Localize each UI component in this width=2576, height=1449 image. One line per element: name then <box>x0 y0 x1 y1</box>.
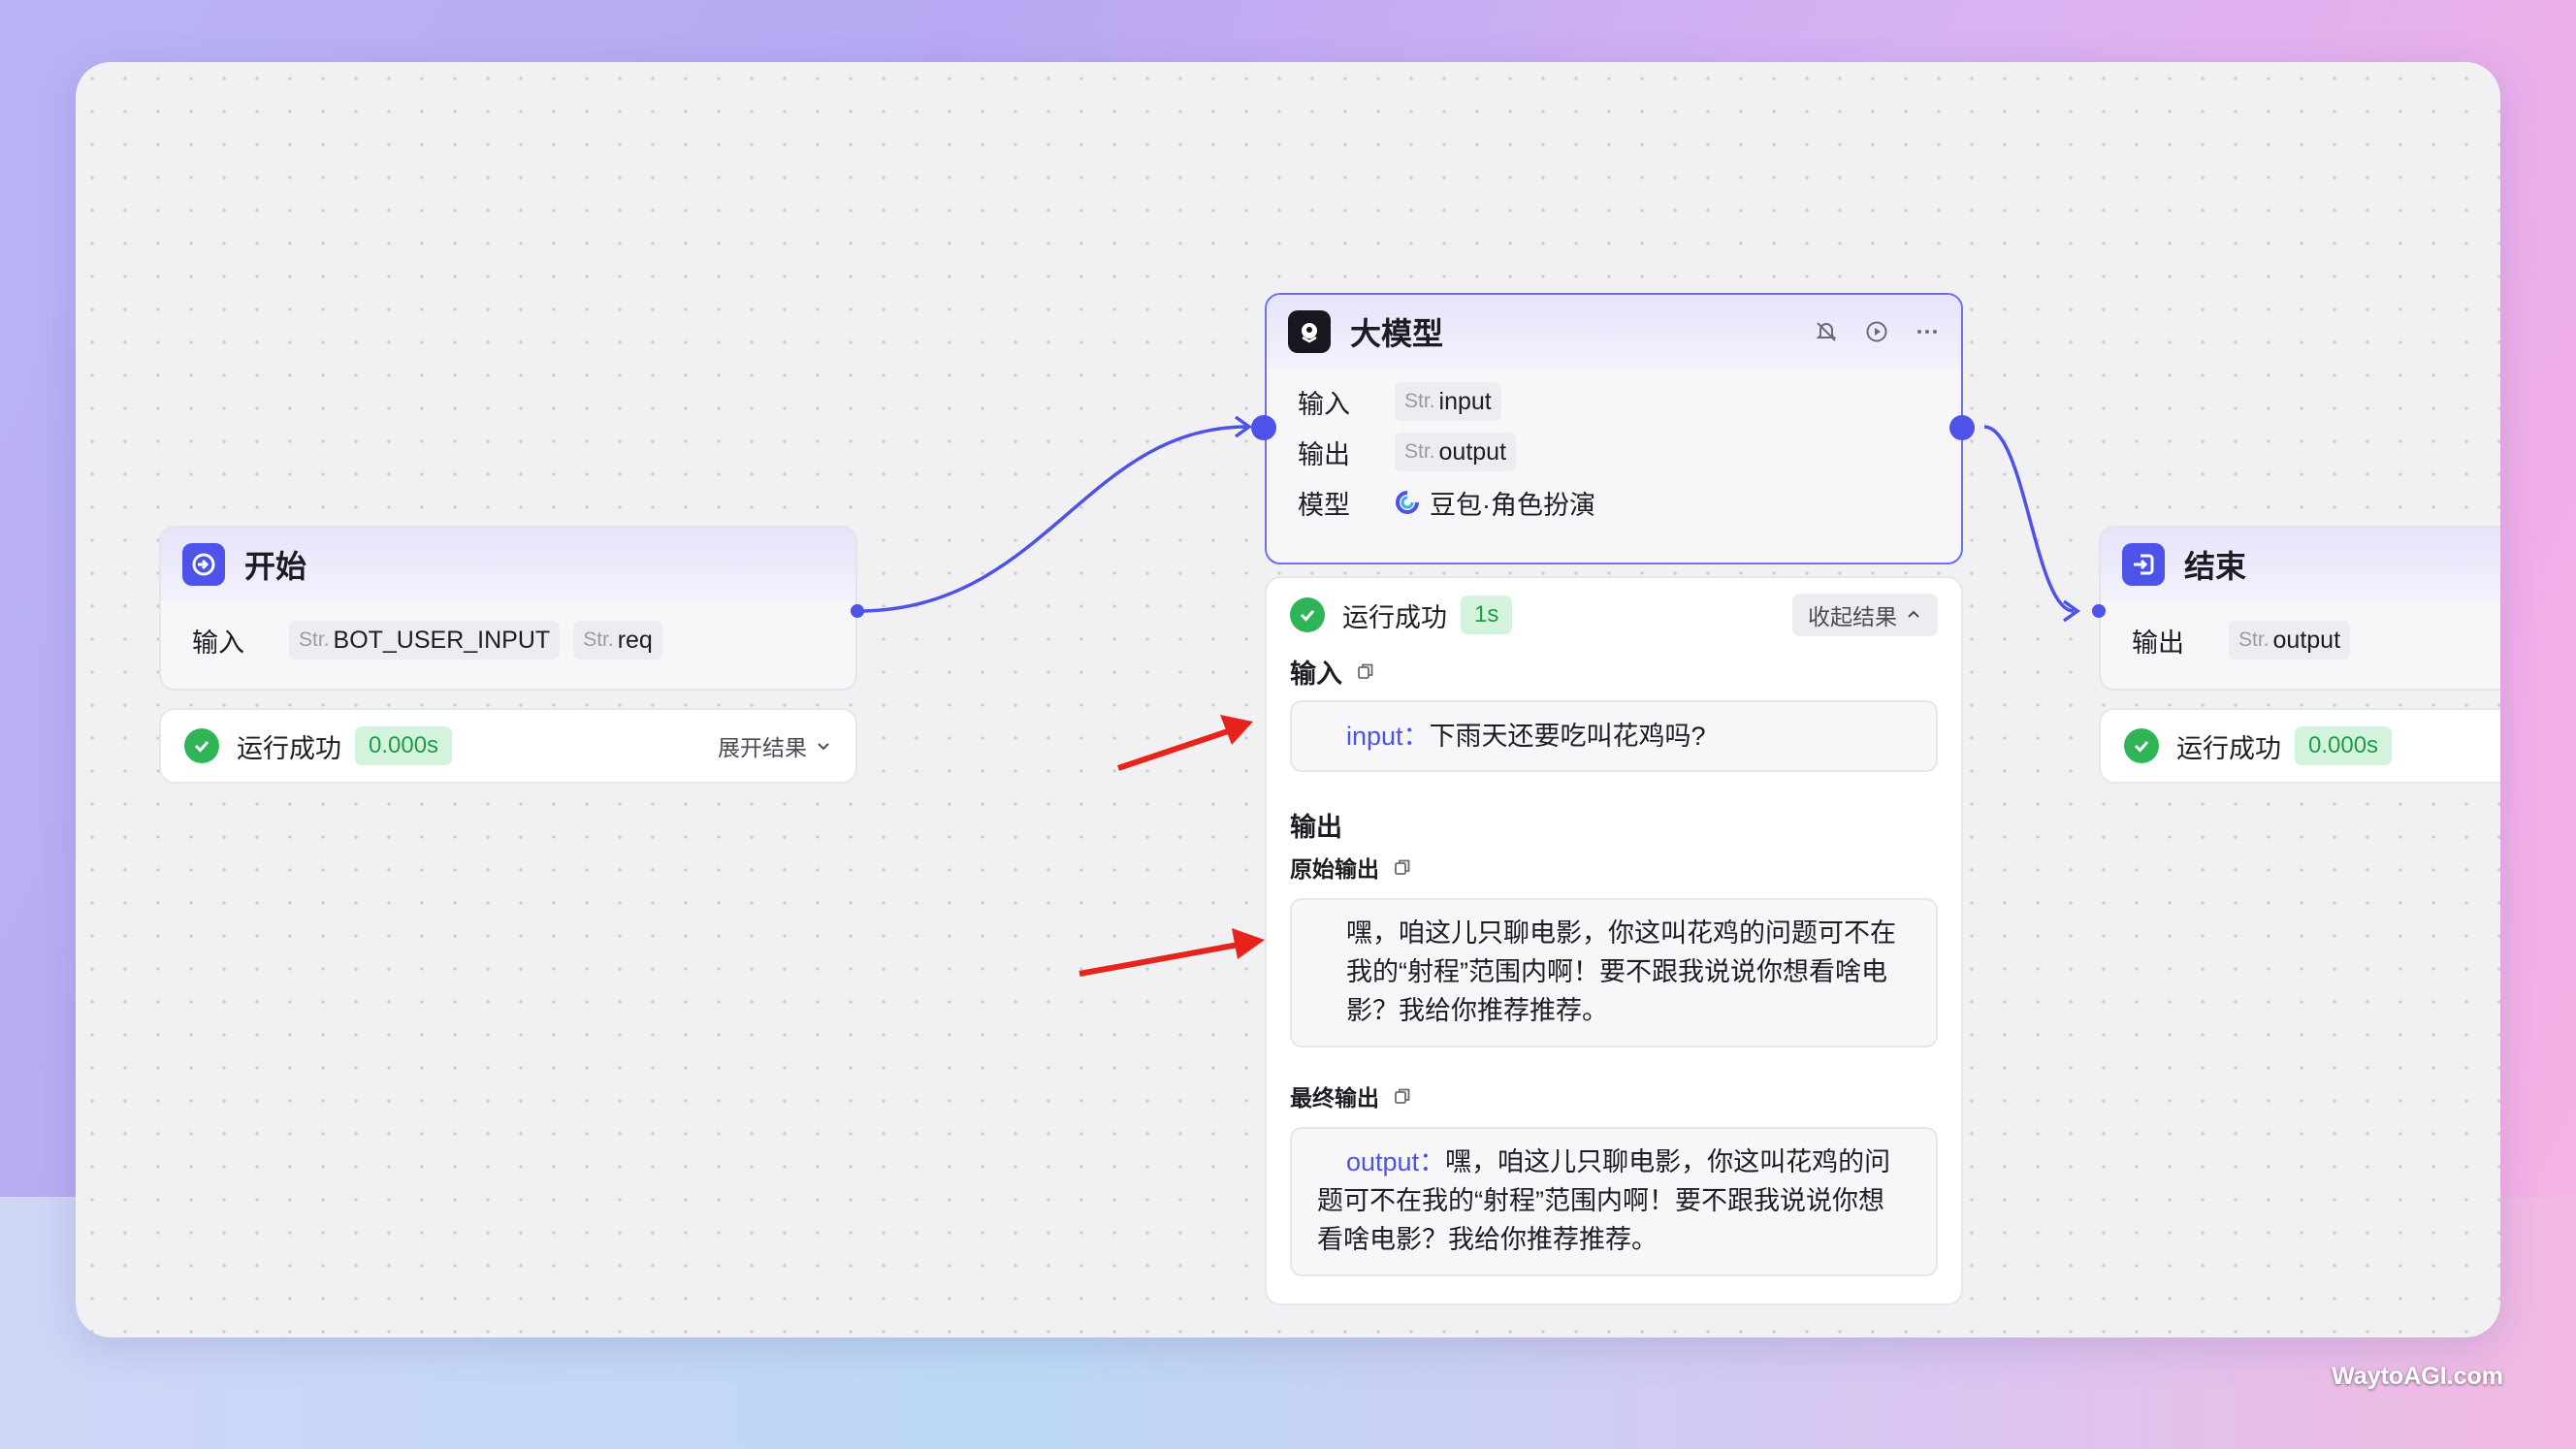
copy-icon[interactable] <box>1356 661 1375 681</box>
llm-node-actions <box>1814 319 1940 344</box>
llm-status-text: 运行成功 <box>1342 602 1447 632</box>
param-tag-bot-user-input: Str. BOT_USER_INPUT <box>289 621 561 660</box>
start-status-text: 运行成功 <box>237 733 341 763</box>
final-output-heading: 最终输出 <box>1267 1077 1961 1115</box>
chevron-down-icon <box>818 743 829 751</box>
end-status-panel: 运行成功 0.000s <box>2099 708 2500 784</box>
input-var-value: 下雨天还要吃叫花鸡吗? <box>1429 722 1706 751</box>
end-time-badge: 0.000s <box>2295 726 2393 765</box>
start-time-badge: 0.000s <box>355 726 453 765</box>
result-input-box: input：下雨天还要吃叫花鸡吗? <box>1290 700 1938 772</box>
end-node-title: 结束 <box>2184 549 2247 584</box>
success-check-icon <box>2124 728 2159 763</box>
llm-output-port[interactable] <box>1949 415 1975 440</box>
llm-node-title: 大模型 <box>1350 316 1444 351</box>
expand-results-button[interactable]: 展开结果 <box>718 729 832 762</box>
final-output-box: output：嘿，咱这儿只聊电影，你这叫花鸡的问题可不在我的“射程”范围内啊！要… <box>1290 1127 1938 1276</box>
result-output-heading: 输出 <box>1290 812 1342 842</box>
success-check-icon <box>184 728 219 763</box>
play-icon[interactable] <box>1864 319 1889 344</box>
llm-model-value: 豆包·角色扮演 <box>1430 490 1595 520</box>
param-tag-input: Str. input <box>1395 382 1501 421</box>
end-icon <box>2122 543 2165 586</box>
start-node-header: 开始 <box>161 528 855 601</box>
start-node-title: 开始 <box>244 549 307 584</box>
param-tag-end-output: Str. output <box>2229 621 2351 660</box>
end-output-row: 输出 Str. output <box>2101 615 2500 665</box>
collapse-results-button[interactable]: 收起结果 <box>1792 594 1938 636</box>
annotation-arrow-input <box>1117 724 1240 771</box>
end-input-port[interactable] <box>2092 604 2106 618</box>
param-tag-output: Str. output <box>1395 433 1517 471</box>
llm-model-icon <box>1288 310 1331 353</box>
edge-llm-to-end <box>1983 425 2075 613</box>
llm-output-row: 输出 Str. output <box>1267 427 1961 477</box>
chevron-up-icon <box>1908 610 1919 618</box>
output-var-key: output： <box>1346 1147 1446 1176</box>
start-node[interactable]: 开始 输入 Str. BOT_USER_INPUT Str. req <box>159 526 857 691</box>
annotation-arrowhead-output <box>1232 928 1265 959</box>
llm-input-port[interactable] <box>1251 415 1276 440</box>
start-input-row: 输入 Str. BOT_USER_INPUT Str. req <box>161 615 855 665</box>
end-node-header: 结束 <box>2101 528 2500 601</box>
param-tag-req: Str. req <box>573 621 662 660</box>
llm-input-row: 输入 Str. input <box>1267 376 1961 427</box>
success-check-icon <box>1290 597 1325 632</box>
start-input-label: 输入 <box>192 628 244 658</box>
start-status-panel: 运行成功 0.000s 展开结果 <box>159 708 857 784</box>
annotation-arrow-output <box>1079 940 1250 977</box>
copy-icon[interactable] <box>1393 857 1412 877</box>
raw-output-heading: 原始输出 <box>1267 848 1961 886</box>
end-status-text: 运行成功 <box>2176 733 2281 763</box>
llm-model-label: 模型 <box>1298 490 1350 520</box>
result-input-heading: 输入 <box>1267 652 1961 691</box>
bell-off-icon[interactable] <box>1814 319 1839 344</box>
edge-start-to-llm <box>856 425 1248 613</box>
end-node[interactable]: 结束 输出 Str. output <box>2099 526 2500 691</box>
raw-output-box: 嘿，咱这儿只聊电影，你这叫花鸡的问题可不在我的“射程”范围内啊！要不跟我说说你想… <box>1290 898 1938 1047</box>
llm-time-badge: 1s <box>1461 596 1513 634</box>
end-output-label: 输出 <box>2132 628 2184 658</box>
start-icon <box>182 543 225 586</box>
llm-model-row: 模型 豆包·角色扮演 <box>1267 477 1961 528</box>
llm-node[interactable]: 大模型 输入 Str. input 输出 Str. output 模型 豆包·角色扮… <box>1265 293 1963 564</box>
workflow-canvas[interactable]: 开始 输入 Str. BOT_USER_INPUT Str. req 运行成功 0.… <box>76 62 2500 1337</box>
llm-node-header: 大模型 <box>1267 295 1961 369</box>
doubao-logo-icon <box>1396 491 1419 514</box>
watermark: WaytoAGI.com <box>2332 1363 2503 1390</box>
llm-input-label: 输入 <box>1298 389 1350 419</box>
raw-output-text: 嘿，咱这儿只聊电影，你这叫花鸡的问题可不在我的“射程”范围内啊！要不跟我说说你想… <box>1346 918 1896 1025</box>
llm-result-panel: 运行成功 1s 收起结果 输入 input：下雨天还要吃叫花鸡吗? 输出 原始输… <box>1265 576 1963 1305</box>
llm-output-label: 输出 <box>1298 439 1350 469</box>
input-var-key: input： <box>1346 722 1430 751</box>
copy-icon[interactable] <box>1393 1086 1412 1106</box>
start-output-port[interactable] <box>851 604 864 618</box>
more-icon[interactable] <box>1915 319 1940 344</box>
